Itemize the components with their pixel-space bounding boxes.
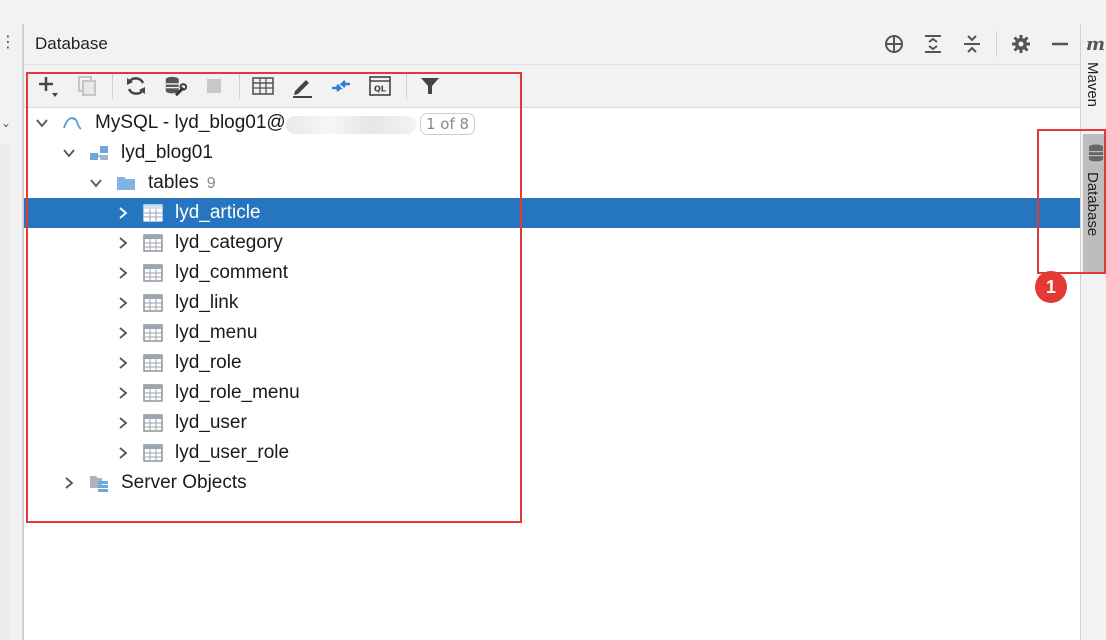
tree-node-table[interactable]: lyd_role bbox=[24, 348, 1080, 378]
server-objects-icon bbox=[90, 476, 108, 492]
crosshair-icon[interactable] bbox=[882, 32, 906, 56]
chevron-right-icon[interactable] bbox=[116, 236, 130, 250]
chevron-right-icon[interactable] bbox=[116, 416, 130, 430]
tree-node-schema[interactable]: lyd_blog01 bbox=[24, 138, 1080, 168]
stop-icon[interactable] bbox=[202, 74, 226, 98]
gear-icon[interactable] bbox=[1009, 32, 1033, 56]
maven-icon: m bbox=[1086, 34, 1106, 55]
tree-node-table[interactable]: lyd_category bbox=[24, 228, 1080, 258]
tree-node-table[interactable]: lyd_user_role bbox=[24, 438, 1080, 468]
filter-icon[interactable] bbox=[418, 74, 442, 98]
annotation-marker: 1 bbox=[1035, 271, 1067, 303]
tree-node-connection[interactable]: MySQL - lyd_blog01@ 1 of 8 bbox=[24, 108, 1080, 138]
svg-text:QL: QL bbox=[374, 85, 386, 94]
table-name: lyd_role bbox=[175, 352, 242, 373]
expand-all-icon[interactable] bbox=[921, 32, 945, 56]
tables-count: 9 bbox=[206, 175, 216, 192]
table-icon bbox=[143, 354, 163, 372]
mysql-icon bbox=[63, 117, 82, 130]
header-separator bbox=[996, 31, 997, 57]
connection-label: MySQL - lyd_blog01@ bbox=[95, 112, 286, 133]
folder-icon bbox=[117, 177, 135, 190]
panel-header: Database bbox=[24, 24, 1080, 65]
table-name: lyd_category bbox=[175, 232, 283, 253]
panel-title: Database bbox=[35, 34, 108, 53]
editor-edge bbox=[0, 144, 10, 640]
server-objects-label: Server Objects bbox=[121, 472, 247, 493]
chevron-right-icon[interactable] bbox=[62, 476, 76, 490]
chevron-right-icon[interactable] bbox=[116, 356, 130, 370]
tree-node-tables-folder[interactable]: tables 9 bbox=[24, 168, 1080, 198]
table-icon bbox=[143, 414, 163, 432]
toolbar-separator bbox=[112, 73, 113, 99]
schema-icon bbox=[90, 146, 108, 160]
table-icon bbox=[143, 444, 163, 462]
table-name: lyd_menu bbox=[175, 322, 258, 343]
table-icon bbox=[143, 324, 163, 342]
top-strip bbox=[0, 0, 1106, 24]
tables-folder-name: tables bbox=[148, 172, 199, 193]
tables-folder-label: tables 9 bbox=[148, 172, 216, 194]
jump-to-console-icon[interactable] bbox=[329, 74, 353, 98]
tree-node-table[interactable]: lyd_link bbox=[24, 288, 1080, 318]
edit-icon[interactable] bbox=[290, 74, 314, 98]
tree-node-table[interactable]: lyd_role_menu bbox=[24, 378, 1080, 408]
chevron-right-icon[interactable] bbox=[116, 326, 130, 340]
tree-node-table[interactable]: lyd_menu bbox=[24, 318, 1080, 348]
chevron-right-icon[interactable] bbox=[116, 446, 130, 460]
redacted-host bbox=[286, 116, 416, 134]
schema-count-badge: 1 of 8 bbox=[420, 113, 476, 135]
chevron-down-icon[interactable] bbox=[62, 146, 76, 160]
toolbar-separator bbox=[239, 73, 240, 99]
chevron-down-icon[interactable] bbox=[89, 176, 103, 190]
table-icon bbox=[143, 234, 163, 252]
table-icon bbox=[143, 384, 163, 402]
left-gutter: ⋮ ⌄ bbox=[0, 24, 23, 640]
database-tab[interactable]: Database bbox=[1083, 134, 1106, 272]
tree-node-table[interactable]: lyd_comment bbox=[24, 258, 1080, 288]
schema-label: lyd_blog01 bbox=[121, 142, 213, 163]
chevron-right-icon[interactable] bbox=[116, 206, 130, 220]
copy-icon[interactable] bbox=[75, 74, 99, 98]
table-name: lyd_link bbox=[175, 292, 239, 313]
add-icon[interactable] bbox=[36, 74, 60, 98]
database-tab-label: Database bbox=[1084, 172, 1101, 237]
table-icon bbox=[143, 204, 163, 222]
table-icon[interactable] bbox=[251, 74, 275, 98]
tree-node-server-objects[interactable]: Server Objects bbox=[24, 468, 1080, 498]
tree-node-table[interactable]: lyd_user bbox=[24, 408, 1080, 438]
table-name: lyd_user bbox=[175, 412, 247, 433]
right-tool-stripe: m Maven Database bbox=[1080, 24, 1106, 640]
table-name: lyd_comment bbox=[175, 262, 288, 283]
chevron-down-icon[interactable]: ⌄ bbox=[1, 116, 11, 130]
query-console-icon[interactable]: QL bbox=[368, 74, 392, 98]
refresh-icon[interactable] bbox=[124, 74, 148, 98]
chevron-right-icon[interactable] bbox=[116, 386, 130, 400]
table-name: lyd_role_menu bbox=[175, 382, 300, 403]
toolbar-separator bbox=[406, 73, 407, 99]
table-name: lyd_article bbox=[175, 202, 261, 223]
table-icon bbox=[143, 294, 163, 312]
collapse-all-icon[interactable] bbox=[960, 32, 984, 56]
chevron-right-icon[interactable] bbox=[116, 266, 130, 280]
chevron-right-icon[interactable] bbox=[116, 296, 130, 310]
table-icon bbox=[143, 264, 163, 282]
maven-tab[interactable]: Maven bbox=[1084, 62, 1101, 107]
table-name: lyd_user_role bbox=[175, 442, 290, 463]
chevron-down-icon[interactable] bbox=[35, 116, 49, 130]
database-icon bbox=[1089, 144, 1103, 162]
database-tool-window: Database QL MySQL - lyd_blog01@ 1 of 8 l… bbox=[23, 24, 1080, 640]
database-toolbar: QL bbox=[24, 65, 1080, 108]
more-options-icon[interactable]: ⋮ bbox=[0, 32, 16, 51]
minimize-icon[interactable] bbox=[1048, 32, 1072, 56]
data-source-properties-icon[interactable] bbox=[163, 74, 187, 98]
tree-node-table[interactable]: lyd_article bbox=[24, 198, 1080, 228]
